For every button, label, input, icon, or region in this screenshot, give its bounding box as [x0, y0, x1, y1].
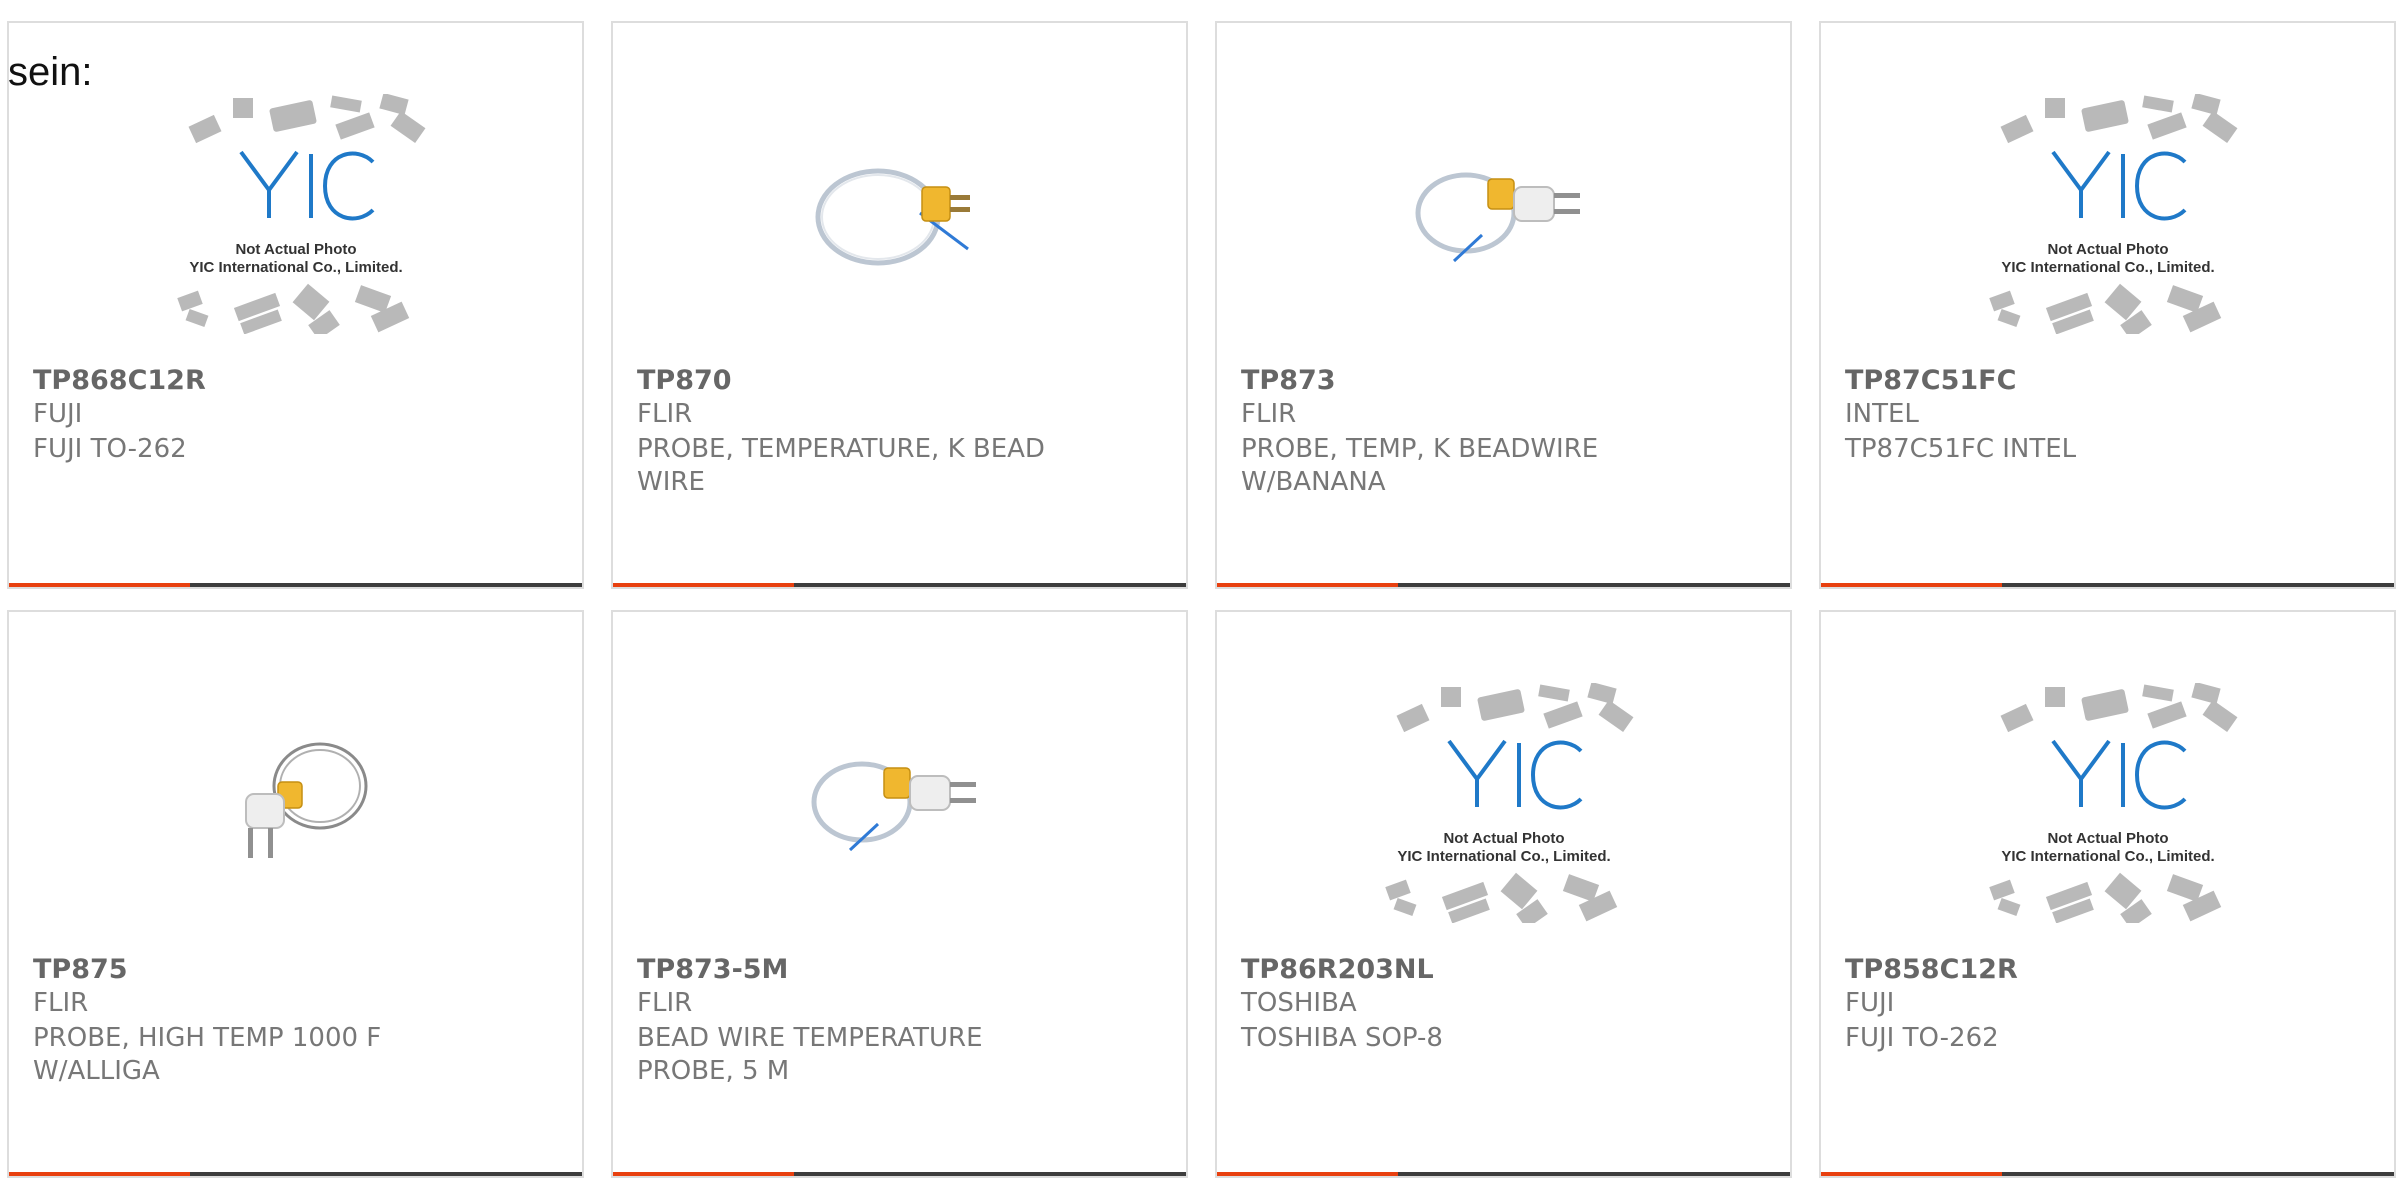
card-accent-bar	[613, 583, 794, 587]
thermocouple-probe-icon	[815, 168, 970, 266]
product-image[interactable]: Not Actual Photo YIC International Co., …	[9, 53, 582, 375]
product-part-number[interactable]: TP875	[33, 954, 128, 985]
product-part-number[interactable]: TP873-5M	[637, 954, 788, 985]
product-card[interactable]: TP870 FLIR PROBE, TEMPERATURE, K BEAD WI…	[611, 21, 1188, 589]
card-accent-bar	[1821, 1172, 2002, 1176]
placeholder-photo-icon: Not Actual Photo YIC International Co., …	[1988, 683, 2237, 923]
banana-probe-icon	[1415, 172, 1580, 263]
card-accent-bar	[1821, 583, 2002, 587]
placeholder-photo-icon: Not Actual Photo YIC International Co., …	[1988, 94, 2237, 334]
placeholder-company: YIC International Co., Limited.	[2001, 848, 2214, 865]
product-description: TP87C51FC INTEL	[1845, 434, 2077, 464]
product-card[interactable]: TP873 FLIR PROBE, TEMP, K BEADWIRE W/BAN…	[1215, 21, 1792, 589]
high-temp-probe-icon	[244, 742, 367, 858]
product-brand: FLIR	[33, 988, 89, 1018]
product-part-number[interactable]: TP870	[637, 365, 732, 396]
product-part-number[interactable]: TP858C12R	[1845, 954, 2018, 985]
product-card[interactable]: TP873-5M FLIR BEAD WIRE TEMPERATURE PROB…	[611, 610, 1188, 1178]
product-brand: FUJI	[1845, 988, 1895, 1018]
product-image[interactable]	[1217, 53, 1790, 375]
product-description: FUJI TO-262	[33, 434, 187, 464]
card-accent-bar	[1217, 583, 1398, 587]
product-brand: FUJI	[33, 399, 83, 429]
product-card[interactable]: Not Actual Photo YIC International Co., …	[1215, 610, 1792, 1178]
card-bottom-bar	[1217, 1172, 1790, 1176]
placeholder-company: YIC International Co., Limited.	[1397, 848, 1610, 865]
product-description: PROBE, TEMP, K BEADWIRE W/BANANA	[1241, 434, 1599, 497]
placeholder-caption: Not Actual Photo	[235, 241, 356, 258]
card-bottom-bar	[613, 583, 1186, 587]
product-image[interactable]: Not Actual Photo YIC International Co., …	[1217, 642, 1790, 964]
card-bottom-bar	[613, 1172, 1186, 1176]
product-brand: FLIR	[637, 988, 693, 1018]
product-card[interactable]: TP875 FLIR PROBE, HIGH TEMP 1000 F W/ALL…	[7, 610, 584, 1178]
placeholder-caption: Not Actual Photo	[2047, 241, 2168, 258]
card-bottom-bar	[1217, 583, 1790, 587]
product-description: PROBE, HIGH TEMP 1000 F W/ALLIGA	[33, 1023, 382, 1086]
product-card[interactable]: Not Actual Photo YIC International Co., …	[7, 21, 584, 589]
product-image[interactable]	[9, 642, 582, 964]
product-description: BEAD WIRE TEMPERATURE PROBE, 5 M	[637, 1023, 983, 1086]
placeholder-photo-icon: Not Actual Photo YIC International Co., …	[176, 94, 425, 334]
card-bottom-bar	[9, 1172, 582, 1176]
placeholder-photo-icon: Not Actual Photo YIC International Co., …	[1384, 683, 1633, 923]
card-accent-bar	[9, 1172, 190, 1176]
intro-text: sein:	[8, 50, 93, 94]
placeholder-company: YIC International Co., Limited.	[189, 259, 402, 276]
placeholder-company: YIC International Co., Limited.	[2001, 259, 2214, 276]
product-card[interactable]: Not Actual Photo YIC International Co., …	[1819, 21, 2396, 589]
product-image[interactable]: Not Actual Photo YIC International Co., …	[1821, 53, 2394, 375]
card-bottom-bar	[9, 583, 582, 587]
product-brand: INTEL	[1845, 399, 1919, 429]
product-description: PROBE, TEMPERATURE, K BEAD WIRE	[637, 434, 1045, 497]
product-part-number[interactable]: TP873	[1241, 365, 1336, 396]
placeholder-caption: Not Actual Photo	[2047, 830, 2168, 847]
product-description: TOSHIBA SOP-8	[1241, 1023, 1443, 1053]
product-image[interactable]	[613, 53, 1186, 375]
product-part-number[interactable]: TP868C12R	[33, 365, 206, 396]
card-bottom-bar	[1821, 1172, 2394, 1176]
card-bottom-bar	[1821, 583, 2394, 587]
product-image[interactable]	[613, 642, 1186, 964]
product-brand: FLIR	[1241, 399, 1297, 429]
product-description: FUJI TO-262	[1845, 1023, 1999, 1053]
card-accent-bar	[9, 583, 190, 587]
product-card[interactable]: Not Actual Photo YIC International Co., …	[1819, 610, 2396, 1178]
product-image[interactable]: Not Actual Photo YIC International Co., …	[1821, 642, 2394, 964]
product-brand: FLIR	[637, 399, 693, 429]
banana-probe-icon	[811, 761, 976, 852]
placeholder-caption: Not Actual Photo	[1443, 830, 1564, 847]
card-accent-bar	[613, 1172, 794, 1176]
card-accent-bar	[1217, 1172, 1398, 1176]
product-brand: TOSHIBA	[1241, 988, 1357, 1018]
product-part-number[interactable]: TP87C51FC	[1845, 365, 2016, 396]
product-part-number[interactable]: TP86R203NL	[1241, 954, 1434, 985]
